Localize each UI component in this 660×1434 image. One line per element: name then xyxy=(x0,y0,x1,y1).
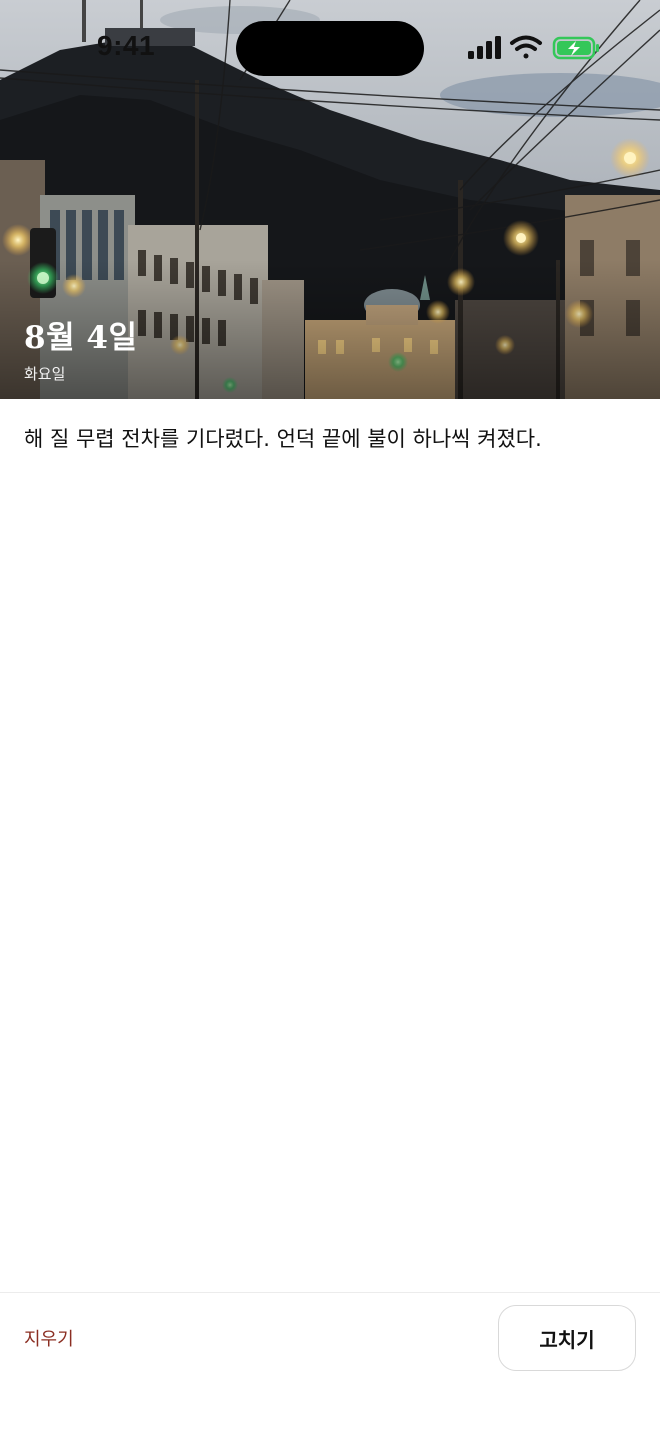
entry-photo: 9:41 8월 4일 화요일 xyxy=(0,0,660,399)
wifi-icon xyxy=(510,35,542,59)
battery-charging-icon xyxy=(552,36,599,60)
status-time: 9:41 xyxy=(97,30,156,61)
dynamic-island xyxy=(236,21,424,76)
delete-button[interactable]: 지우기 xyxy=(24,1325,74,1351)
entry-weekday: 화요일 xyxy=(24,365,66,383)
edit-button[interactable]: 고치기 xyxy=(498,1305,636,1371)
entry-date-block: 8월 4일 화요일 xyxy=(24,312,137,384)
cellular-signal-icon xyxy=(468,36,501,59)
status-bar: 9:41 xyxy=(0,0,660,96)
entry-date: 8월 4일 xyxy=(24,320,138,356)
status-icons xyxy=(468,35,599,60)
entry-body-text: 해 질 무렵 전차를 기다렸다. 언덕 끝에 불이 하나씩 켜졌다. xyxy=(24,427,542,451)
